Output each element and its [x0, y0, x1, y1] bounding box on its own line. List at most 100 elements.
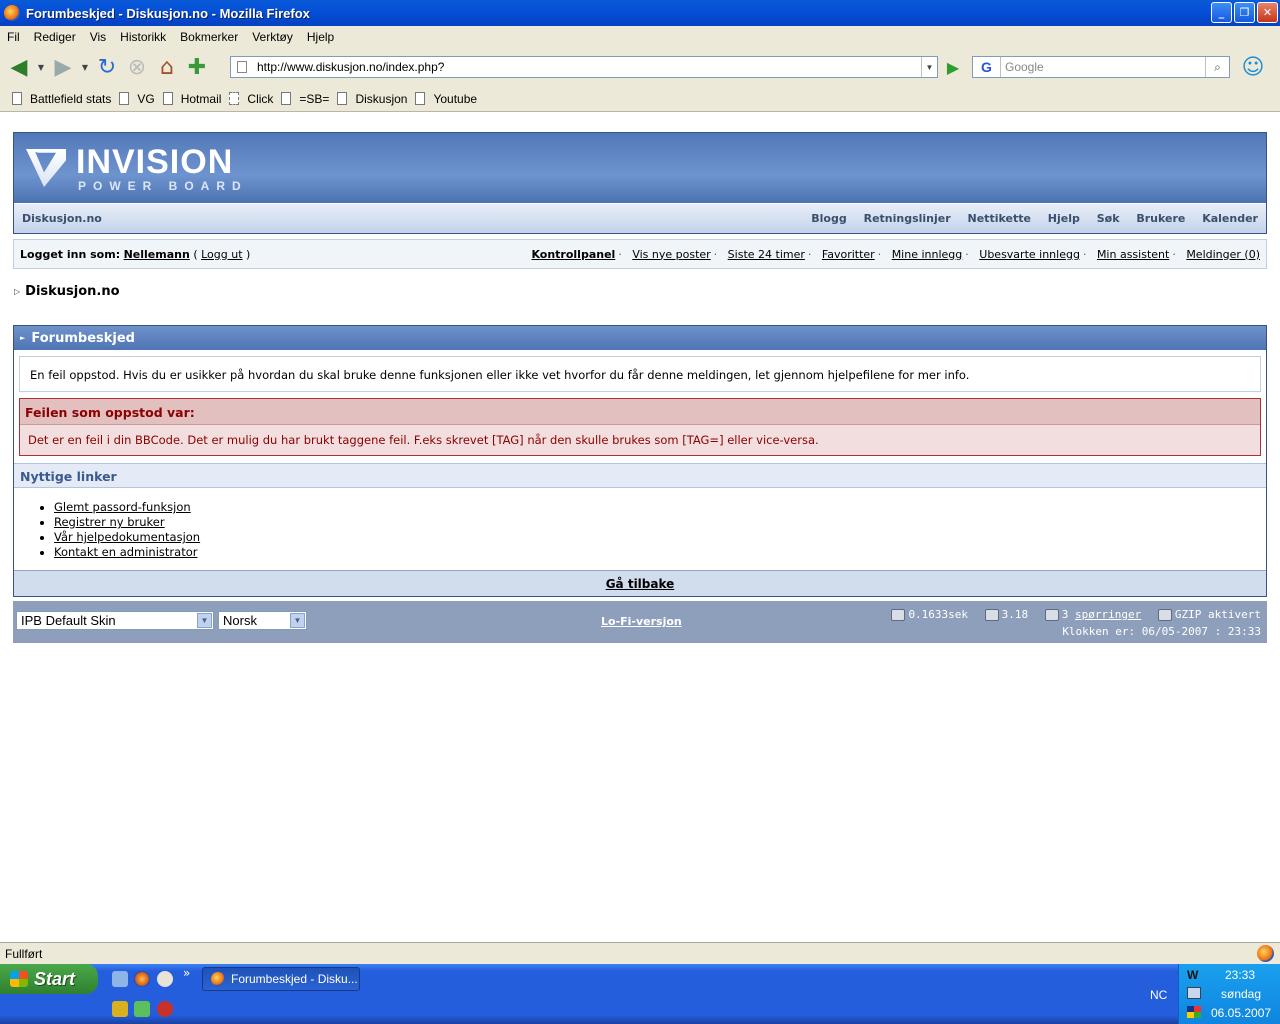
window-controls: _ ❐ ✕ [1211, 2, 1278, 23]
page-content: INVISION POWER BOARD Diskusjon.no Blogg … [0, 112, 1280, 942]
system-tray: W 23:33 søndag 06.05.2007 [1178, 964, 1280, 1024]
server-clock: Klokken er: 06/05-2007 : 23:33 [1062, 625, 1261, 638]
start-button[interactable]: Start [0, 964, 98, 994]
window-titlebar[interactable]: Forumbeskjed - Diskusjon.no - Mozilla Fi… [0, 0, 1280, 26]
home-icon[interactable]: ⌂ [152, 52, 182, 82]
message-title: Forumbeskjed [31, 330, 135, 346]
site-name[interactable]: Diskusjon.no [22, 212, 102, 225]
bookmark-item[interactable]: Click [229, 92, 273, 106]
invision-logo[interactable]: INVISION POWER BOARD [14, 133, 1266, 203]
skype-icon[interactable]: ☺ [1238, 52, 1268, 82]
chevron-more-icon[interactable]: » [183, 966, 190, 980]
go-back-link[interactable]: Gå tilbake [606, 577, 675, 591]
contact-admin-link[interactable]: Kontakt en administrator [54, 545, 197, 559]
menu-edit[interactable]: Rediger [27, 30, 83, 44]
assistant-link[interactable]: Min assistent [1097, 248, 1169, 261]
search-icon[interactable]: ⌕ [1205, 57, 1229, 77]
reload-icon[interactable]: ↻ [92, 52, 122, 82]
google-engine-icon[interactable]: G [973, 57, 1001, 77]
help-docs-link[interactable]: Vår hjelpedokumentasjon [54, 530, 200, 544]
nav-sok[interactable]: Søk [1097, 212, 1120, 225]
messages-link[interactable]: Meldinger (0) [1186, 248, 1260, 261]
bookmark-item[interactable]: =SB= [281, 92, 329, 106]
menu-history[interactable]: Historikk [113, 30, 173, 44]
favorites-link[interactable]: Favoritter [822, 248, 875, 261]
back-icon[interactable]: ◀ [4, 52, 34, 82]
maximize-button[interactable]: ❐ [1234, 2, 1255, 23]
bookmark-label: Youtube [433, 91, 478, 106]
language-indicator[interactable]: NC [1150, 988, 1167, 1002]
triangle-icon: ▷ [14, 287, 21, 296]
start-label: Start [34, 968, 76, 989]
taskbar-window-button[interactable]: Forumbeskjed - Disku... [202, 967, 360, 991]
url-dropdown-icon[interactable]: ▼ [921, 57, 937, 77]
queries-link[interactable]: spørringer [1075, 608, 1141, 621]
url-bar[interactable]: http://www.diskusjon.no/index.php? ▼ [230, 56, 938, 78]
nav-kalender[interactable]: Kalender [1202, 212, 1258, 225]
forgot-password-link[interactable]: Glemt passord-funksjon [54, 500, 191, 514]
my-posts-link[interactable]: Mine innlegg [892, 248, 963, 261]
windows-flag-icon [10, 971, 28, 987]
logo-sub: POWER BOARD [78, 179, 248, 193]
firefox-status-icon[interactable] [1257, 945, 1274, 962]
forward-dropdown-icon[interactable]: ▼ [78, 52, 92, 82]
nav-nettikette[interactable]: Nettikette [968, 212, 1031, 225]
nav-blogg[interactable]: Blogg [811, 212, 846, 225]
minimize-button[interactable]: _ [1211, 2, 1232, 23]
language-select[interactable]: Norsk ▼ [218, 611, 307, 630]
bookmark-item[interactable]: Diskusjon [337, 92, 407, 106]
database-icon [1044, 609, 1059, 621]
gzip-icon [1157, 609, 1172, 621]
stop-icon[interactable]: ⊗ [122, 52, 152, 82]
nav-hjelp[interactable]: Hjelp [1048, 212, 1080, 225]
lofi-link[interactable]: Lo-Fi-versjon [601, 615, 682, 628]
control-panel-link[interactable]: Kontrollpanel [531, 248, 615, 261]
quicklaunch-opera-icon[interactable] [157, 1001, 173, 1017]
menu-view[interactable]: Vis [83, 30, 113, 44]
bookmark-item[interactable]: Battlefield stats [12, 92, 111, 106]
bookmark-item[interactable]: Hotmail [162, 92, 221, 106]
skin-select[interactable]: IPB Default Skin ▼ [16, 611, 214, 630]
quicklaunch-app-icon[interactable] [112, 1001, 128, 1017]
page-stats: 0.1633sek 3.18 3 spørringer GZIP aktiver… [881, 606, 1261, 640]
new-tab-icon[interactable]: ✚ [182, 52, 212, 82]
user-link[interactable]: Nellemann [124, 248, 190, 261]
user-info: Logget inn som: Nellemann ( Logg ut ) [20, 248, 250, 261]
clock-icon [891, 609, 906, 621]
quicklaunch-desktop-icon[interactable] [112, 971, 128, 987]
forward-icon[interactable]: ▶ [48, 52, 78, 82]
bookmark-item[interactable]: Youtube [415, 92, 477, 106]
register-link[interactable]: Registrer ny bruker [54, 515, 165, 529]
tray-app-icon[interactable]: W [1187, 968, 1198, 982]
quicklaunch-firefox-icon[interactable] [134, 971, 150, 987]
tray-status-icon[interactable] [1187, 1006, 1201, 1018]
breadcrumb-link[interactable]: Diskusjon.no [25, 284, 119, 299]
unanswered-link[interactable]: Ubesvarte innlegg [979, 248, 1080, 261]
logout-link[interactable]: Logg ut [201, 248, 242, 261]
menu-file[interactable]: Fil [0, 30, 27, 44]
network-icon[interactable] [1187, 987, 1201, 999]
quicklaunch-messenger-icon[interactable] [134, 1001, 150, 1017]
back-dropdown-icon[interactable]: ▼ [34, 52, 48, 82]
quicklaunch-media-icon[interactable] [157, 971, 173, 987]
triangle-icon: ► [20, 334, 26, 342]
nav-brukere[interactable]: Brukere [1136, 212, 1185, 225]
go-icon[interactable]: ▶ [942, 56, 964, 78]
bookmark-label: Diskusjon [355, 91, 408, 106]
new-posts-link[interactable]: Vis nye poster [632, 248, 710, 261]
logo-brand: INVISION [76, 143, 234, 181]
useful-links-title: Nyttige linker [14, 463, 1266, 488]
last-24h-link[interactable]: Siste 24 timer [728, 248, 805, 261]
bookmark-item[interactable]: VG [119, 92, 155, 106]
tray-time[interactable]: 23:33 [1225, 968, 1255, 982]
menu-tools[interactable]: Verktøy [245, 30, 300, 44]
list-item: Kontakt en administrator [54, 545, 200, 560]
nav-retningslinjer[interactable]: Retningslinjer [864, 212, 951, 225]
message-box: ► Forumbeskjed En feil oppstod. Hvis du … [13, 325, 1267, 597]
close-button[interactable]: ✕ [1257, 2, 1278, 23]
menu-help[interactable]: Hjelp [300, 30, 341, 44]
menu-bookmarks[interactable]: Bokmerker [173, 30, 245, 44]
search-input[interactable]: G Google ⌕ [972, 56, 1230, 78]
list-item: Glemt passord-funksjon [54, 500, 200, 515]
firefox-icon [211, 972, 225, 986]
